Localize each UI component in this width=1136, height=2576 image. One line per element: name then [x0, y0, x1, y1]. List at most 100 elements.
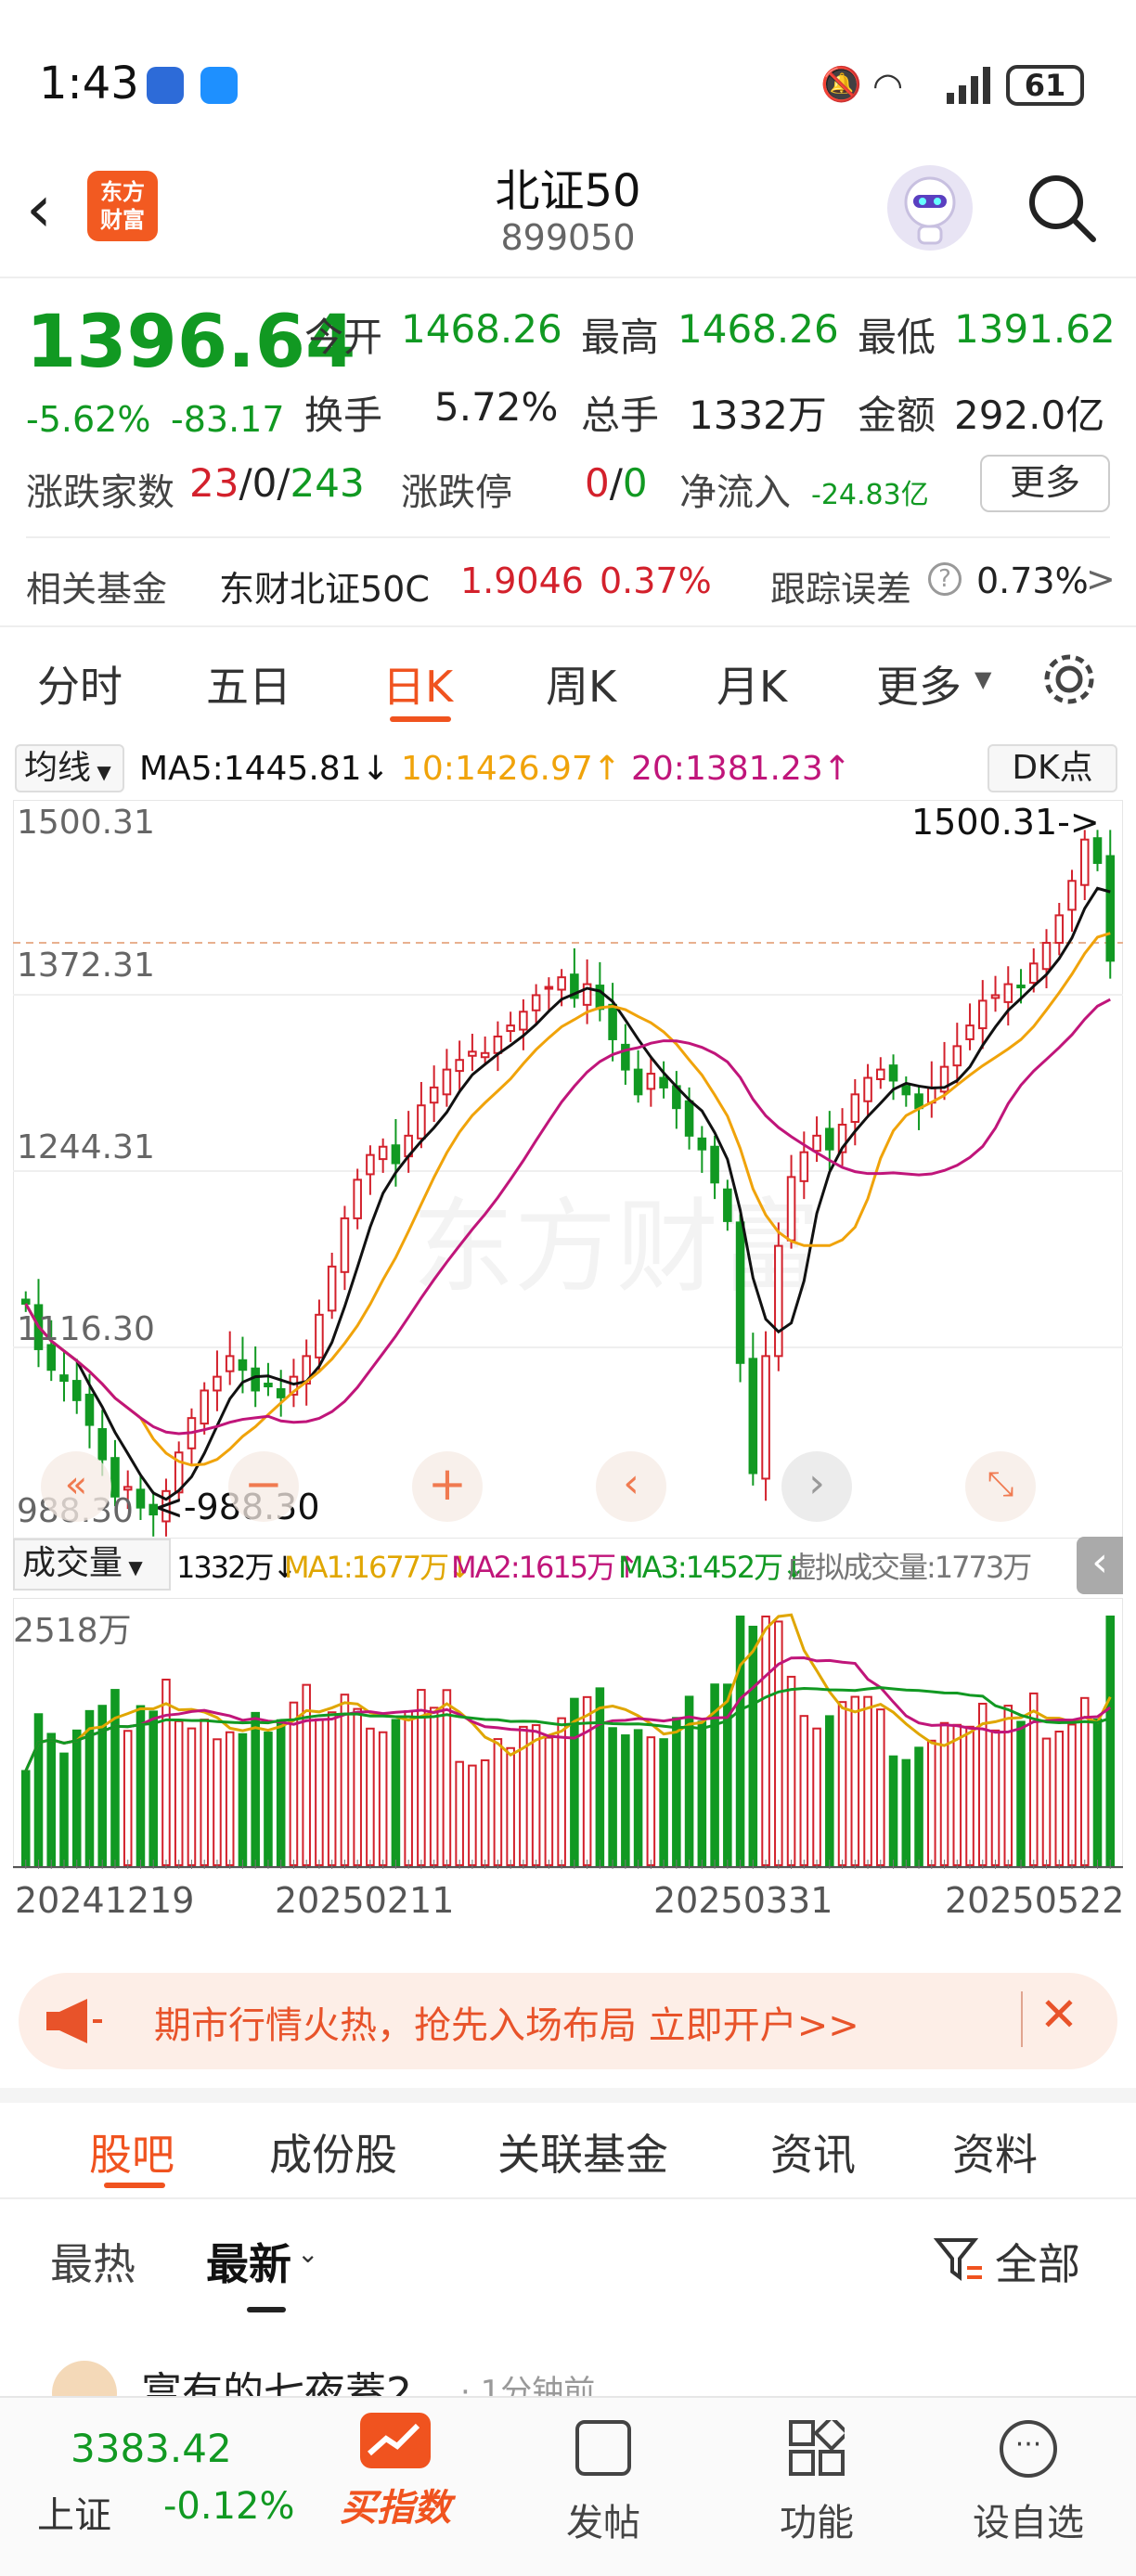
- post-button[interactable]: 发帖: [538, 2420, 668, 2546]
- low-label: 最低: [858, 315, 936, 360]
- volume-bar: [289, 1701, 299, 1866]
- fund-change: 0.37%: [600, 560, 712, 601]
- settings-gear-icon[interactable]: [1039, 650, 1099, 709]
- fund-name[interactable]: 东财北证50C: [219, 560, 430, 612]
- scroll-left-fast-icon[interactable]: «: [41, 1451, 111, 1522]
- y-label-4: 1116.30: [17, 1310, 155, 1348]
- volume-bar: [761, 1616, 770, 1866]
- close-icon[interactable]: ✕: [1039, 1988, 1078, 2041]
- tab-news[interactable]: 资讯: [770, 2121, 856, 2183]
- zoom-out-icon[interactable]: −: [228, 1451, 299, 1522]
- volume-bar: [71, 1729, 82, 1866]
- volume-bar: [684, 1695, 694, 1866]
- ma-selector[interactable]: 均线 ▼: [15, 744, 124, 792]
- kline-chart[interactable]: 东方财富: [13, 800, 1123, 1539]
- candle: [748, 1358, 758, 1475]
- watchlist-button[interactable]: ··· 设自选: [963, 2420, 1093, 2546]
- search-icon[interactable]: [1025, 171, 1099, 245]
- tab-related-funds[interactable]: 关联基金: [497, 2121, 668, 2183]
- volume-bar: [621, 1734, 630, 1866]
- edit-icon: [575, 2420, 631, 2476]
- volume-bar: [353, 1707, 362, 1867]
- post-preview[interactable]: 富有的七夜蓋2 · 1分钟前: [52, 2357, 1091, 2396]
- tab-constituents[interactable]: 成份股: [269, 2121, 397, 2183]
- volume-bar: [990, 1729, 1000, 1866]
- candle: [952, 1045, 962, 1067]
- volume-bar: [876, 1708, 885, 1867]
- filter-all[interactable]: 全部: [995, 2231, 1080, 2292]
- watermark: 东方财富: [412, 1188, 820, 1307]
- candle: [97, 1428, 108, 1461]
- chevron-right-icon[interactable]: >: [1086, 559, 1116, 599]
- volume-bar: [455, 1760, 464, 1867]
- bottom-nav: 3383.42 上证 -0.12% 买指数 发帖 功能 ··· 设自选: [0, 2396, 1136, 2576]
- tab-intraday[interactable]: 分时: [37, 653, 123, 715]
- help-icon[interactable]: ?: [928, 562, 962, 596]
- ma5-value: MA5:1445.81↓: [139, 750, 390, 788]
- candle: [1054, 914, 1065, 945]
- volume-bar: [480, 1758, 490, 1866]
- volume-bar: [633, 1729, 643, 1866]
- turnover-value: 5.72%: [434, 384, 559, 430]
- robot-assistant-icon[interactable]: [887, 165, 973, 251]
- fullscreen-icon[interactable]: ⤡: [965, 1451, 1036, 1522]
- promo-banner[interactable]: 期市行情火热，抢先入场布局 立即开户>> ✕: [19, 1973, 1117, 2069]
- volume-bar: [927, 1739, 936, 1866]
- volume-bar: [799, 1715, 809, 1866]
- candle: [276, 1387, 286, 1398]
- function-button[interactable]: 功能: [752, 2415, 882, 2546]
- volume-bar: [366, 1727, 375, 1866]
- grid-icon: [789, 2415, 850, 2476]
- candle: [812, 1134, 821, 1153]
- candle: [761, 1355, 770, 1480]
- buy-index-button[interactable]: 买指数: [330, 2413, 460, 2531]
- volume-bar: [59, 1752, 69, 1866]
- candle: [1028, 962, 1039, 985]
- tab-daily-k[interactable]: 日K: [382, 653, 453, 715]
- promo-text[interactable]: 期市行情火热，抢先入场布局 立即开户>>: [154, 1995, 859, 2049]
- scroll-left-icon[interactable]: ‹: [596, 1451, 666, 1522]
- candle: [417, 1104, 426, 1140]
- filter-hot[interactable]: 最热: [50, 2231, 136, 2292]
- volume-bar: [1003, 1705, 1013, 1867]
- fund-price: 1.9046: [460, 560, 584, 601]
- volume-bar: [1067, 1723, 1077, 1866]
- candle: [684, 1100, 694, 1137]
- index-name[interactable]: 上证: [37, 2485, 111, 2539]
- dk-point-button[interactable]: DK点: [988, 744, 1117, 792]
- tab-weekly-k[interactable]: 周K: [546, 653, 616, 715]
- candle: [608, 1003, 617, 1040]
- tab-profile[interactable]: 资料: [952, 2121, 1038, 2183]
- volume-selector[interactable]: 成交量 ▼: [13, 1539, 171, 1591]
- candle: [1067, 880, 1077, 911]
- index-change[interactable]: -0.12%: [163, 2485, 295, 2528]
- scroll-right-icon[interactable]: ›: [781, 1451, 852, 1522]
- candle: [888, 1064, 898, 1082]
- collapse-panel-icon[interactable]: ‹: [1077, 1537, 1123, 1594]
- index-value[interactable]: 3383.42: [71, 2426, 232, 2471]
- tab-monthly-k[interactable]: 月K: [716, 653, 787, 715]
- signal-icon: [945, 67, 995, 104]
- period-tabs: 分时 五日 日K 周K 月K 更多 ▼: [0, 625, 1136, 737]
- volume-chart[interactable]: [13, 1598, 1123, 1869]
- candle: [1003, 983, 1013, 1003]
- volume-bar: [901, 1758, 911, 1866]
- post-username[interactable]: 富有的七夜蓋2: [141, 2359, 412, 2396]
- more-button[interactable]: 更多: [980, 455, 1110, 512]
- tab-guba[interactable]: 股吧: [89, 2121, 174, 2183]
- post-time: · 1分钟前: [460, 2374, 596, 2396]
- filter-new[interactable]: 最新: [206, 2231, 291, 2292]
- volume-bar: [697, 1720, 707, 1866]
- volume-max-label: 2518万: [13, 1612, 132, 1650]
- tab-more[interactable]: 更多: [876, 653, 962, 715]
- candle: [264, 1383, 273, 1388]
- candle: [544, 985, 554, 990]
- candle: [442, 1068, 452, 1096]
- filter-funnel-icon[interactable]: [933, 2235, 984, 2285]
- volume-bar: [850, 1695, 860, 1866]
- volume-bar: [952, 1723, 962, 1866]
- volume-bar: [965, 1725, 975, 1866]
- volume-label: 总手: [581, 393, 660, 438]
- zoom-in-icon[interactable]: +: [412, 1451, 483, 1522]
- tab-five-day[interactable]: 五日: [206, 653, 291, 715]
